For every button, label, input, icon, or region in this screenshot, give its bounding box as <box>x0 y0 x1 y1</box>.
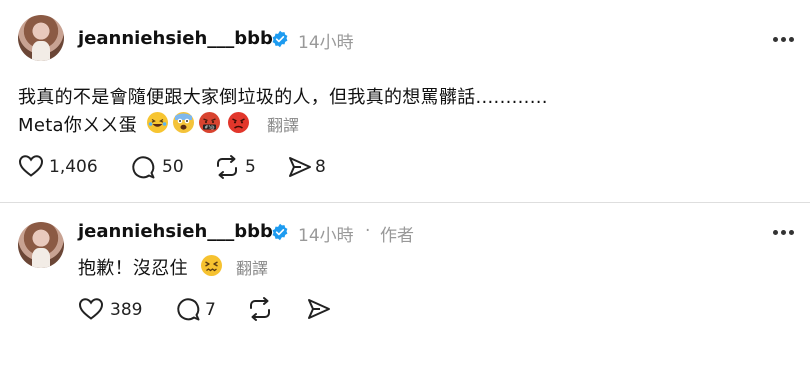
like-count: 1,406 <box>49 157 98 177</box>
repost-count: 5 <box>245 157 256 177</box>
translate-link[interactable]: 翻譯 <box>236 255 268 279</box>
translate-link[interactable]: 翻譯 <box>267 112 299 136</box>
verified-badge-icon <box>272 223 288 241</box>
username[interactable]: jeanniehsieh___bbb <box>78 221 273 242</box>
verified-badge-icon <box>272 30 288 48</box>
username[interactable]: jeanniehsieh___bbb <box>78 28 273 49</box>
author-tag: 作者 <box>380 226 414 246</box>
post-text-line-2: Meta你ㄨㄨ蛋 <box>18 115 138 136</box>
share-count: 8 <box>315 157 326 177</box>
post-text-line-1: 我真的不是會隨便跟大家倒垃圾的人，但我真的想罵髒話............ <box>18 87 548 108</box>
like-count: 389 <box>110 300 143 320</box>
comment-count: 7 <box>205 300 216 320</box>
grinning-squinting-tears-emoji <box>147 112 168 133</box>
confounded-face-emoji <box>201 255 222 276</box>
divider <box>0 202 810 203</box>
cursing-face-emoji: #!@ <box>199 112 220 133</box>
more-options-icon[interactable] <box>773 230 795 236</box>
post-time: 14小時 <box>298 33 354 53</box>
heart-icon[interactable] <box>18 154 44 178</box>
meta-separator: · <box>365 221 371 241</box>
avatar[interactable] <box>18 15 64 61</box>
comment-count: 50 <box>162 157 184 177</box>
share-icon[interactable] <box>287 155 313 179</box>
repost-icon[interactable] <box>246 295 274 323</box>
avatar[interactable] <box>18 222 64 268</box>
svg-text:#!@: #!@ <box>204 125 215 131</box>
repost-icon[interactable] <box>213 153 241 181</box>
angry-face-emoji <box>228 112 249 133</box>
reply-time: 14小時 <box>298 226 354 246</box>
heart-icon[interactable] <box>78 297 104 321</box>
shocked-face-emoji <box>173 112 194 133</box>
reply-text: 抱歉！沒忍住 <box>78 258 188 279</box>
more-options-icon[interactable] <box>773 37 795 43</box>
comment-icon[interactable] <box>175 296 201 322</box>
comment-icon[interactable] <box>130 154 156 180</box>
share-icon[interactable] <box>306 297 332 321</box>
